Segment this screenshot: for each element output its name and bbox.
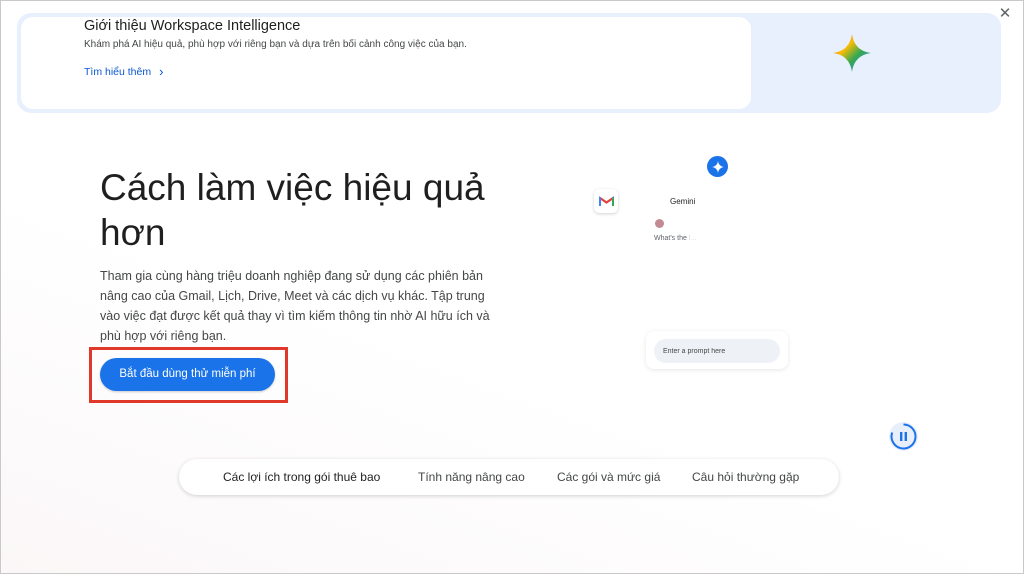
learn-more-link[interactable]: Tìm hiểu thêm ›: [84, 64, 163, 79]
learn-more-label: Tìm hiểu thêm: [84, 65, 152, 78]
gemini-panel: [646, 188, 786, 266]
start-free-trial-button[interactable]: Bắt đầu dùng thử miễn phí: [100, 358, 275, 391]
tab-faq[interactable]: Câu hỏi thường gặp: [692, 459, 799, 495]
banner-title: Giới thiệu Workspace Intelligence: [84, 18, 301, 34]
avatar: [655, 219, 664, 228]
hero-description: Tham gia cùng hàng triệu doanh nghiệp đa…: [100, 269, 490, 343]
sparkle-icon: [707, 156, 728, 177]
prompt-input[interactable]: [654, 339, 780, 363]
gmail-icon: [594, 189, 618, 213]
gemini-question-text: What's the l...: [654, 235, 696, 242]
section-tabs: Các lợi ích trong gói thuê bao Tính năng…: [179, 459, 839, 495]
pause-icon: [890, 423, 917, 450]
gemini-panel-title: Gemini: [670, 197, 696, 206]
hero-title: Cách làm việc hiệu quả hơn: [100, 167, 485, 253]
tab-subscription-benefits[interactable]: Các lợi ích trong gói thuê bao: [223, 459, 380, 495]
question-faded: l...: [688, 235, 697, 242]
question-visible: What's the: [654, 235, 687, 242]
pause-button[interactable]: [889, 422, 918, 451]
tab-advanced-features[interactable]: Tính năng nâng cao: [418, 459, 525, 495]
tab-plans-pricing[interactable]: Các gói và mức giá: [557, 459, 660, 495]
close-icon[interactable]: ✕: [996, 5, 1014, 23]
chevron-right-icon: ›: [159, 64, 164, 79]
banner-subtitle: Khám phá AI hiệu quả, phù hợp với riêng …: [84, 39, 467, 50]
gemini-spark-icon: [833, 34, 871, 72]
